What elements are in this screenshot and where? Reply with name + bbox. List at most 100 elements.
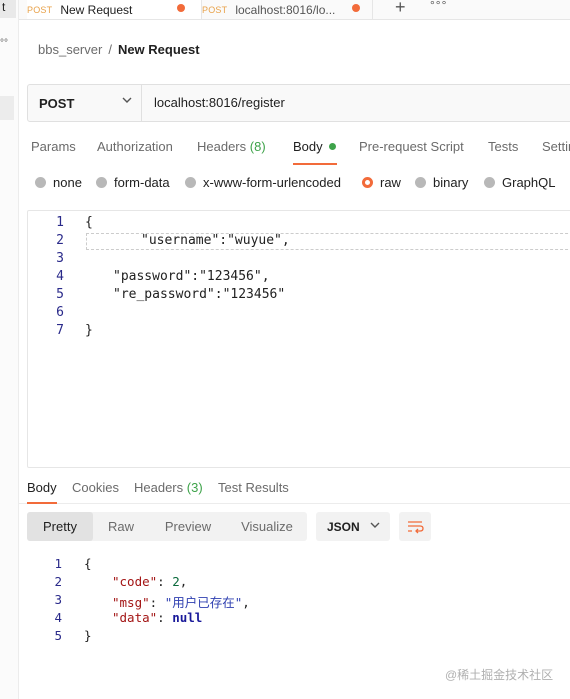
- radio-raw[interactable]: raw: [362, 175, 401, 190]
- line-number: 5: [56, 287, 64, 302]
- radio-binary[interactable]: binary: [415, 175, 468, 190]
- json-key: "data": [112, 610, 158, 625]
- radio-label: form-data: [114, 175, 170, 190]
- line-number: 1: [56, 215, 64, 230]
- radio-label: binary: [433, 175, 469, 190]
- json-line-data: "data": null: [112, 610, 203, 625]
- method-label: POST: [39, 95, 75, 111]
- url-input[interactable]: localhost:8016/register: [154, 85, 285, 121]
- view-raw[interactable]: Raw: [93, 512, 149, 541]
- request-tab-bar: POST New Request POST localhost:8016/lo.…: [19, 0, 570, 20]
- code-line: "password":"123456",: [113, 269, 270, 284]
- watermark: @稀土掘金技术社区: [445, 668, 554, 682]
- json-key: "msg": [112, 595, 150, 610]
- radio-label: none: [53, 175, 82, 190]
- line-number: 6: [56, 305, 64, 320]
- sidebar-selected-item[interactable]: [0, 96, 14, 120]
- response-tab-cookies[interactable]: Cookies: [72, 480, 119, 495]
- line-number: 4: [56, 269, 64, 284]
- view-preview[interactable]: Preview: [149, 512, 227, 541]
- view-visualize[interactable]: Visualize: [227, 512, 307, 541]
- line-number: 2: [54, 574, 62, 589]
- tab-title: New Request: [60, 2, 133, 17]
- format-dropdown[interactable]: JSON: [316, 512, 390, 541]
- response-divider: [19, 503, 570, 504]
- tab-params[interactable]: Params: [31, 139, 76, 154]
- line-number: 7: [56, 323, 64, 338]
- radio-label: GraphQL: [502, 175, 556, 190]
- radio-circle-icon: [415, 177, 426, 188]
- response-tab-body[interactable]: Body: [27, 480, 57, 495]
- line-number: 2: [56, 233, 64, 248]
- radio-form-data[interactable]: form-data: [96, 175, 170, 190]
- line-number: 5: [54, 628, 62, 643]
- tab-settings[interactable]: Settin: [542, 139, 570, 154]
- response-active-underline: [27, 502, 57, 504]
- code-line: }: [85, 323, 93, 338]
- radio-circle-icon: [96, 177, 107, 188]
- tab-method: POST: [202, 4, 228, 15]
- radio-checked-icon: [362, 177, 373, 188]
- response-tab-headers[interactable]: Headers (3): [134, 480, 203, 495]
- tab-headers-label: Headers: [197, 139, 247, 154]
- line-number: 3: [56, 251, 64, 266]
- tab-new-request[interactable]: POST New Request: [27, 0, 202, 19]
- json-close-brace: }: [84, 628, 92, 643]
- json-line-code: "code": 2,: [112, 574, 188, 589]
- radio-graphql[interactable]: GraphQL: [484, 175, 555, 190]
- chevron-down-icon: [122, 97, 132, 103]
- response-view-segments: Pretty Raw Preview Visualize: [27, 512, 307, 541]
- chevron-down-icon: [370, 522, 380, 528]
- tab-body[interactable]: Body: [293, 139, 336, 154]
- tab-authorization[interactable]: Authorization: [97, 139, 173, 154]
- wrap-lines-icon: [408, 521, 424, 534]
- radio-circle-icon: [35, 177, 46, 188]
- radio-x-www-form-urlencoded[interactable]: x-www-form-urlencoded: [185, 175, 341, 190]
- tab-localhost-request[interactable]: POST localhost:8016/lo...: [202, 0, 373, 19]
- tab-prerequest-script[interactable]: Pre-request Script: [359, 139, 464, 154]
- method-dropdown[interactable]: POST: [28, 85, 142, 121]
- json-value: 2: [172, 574, 180, 589]
- json-value: "用户已存在": [164, 595, 243, 610]
- sidebar-strip: t °°: [0, 0, 19, 699]
- unsaved-dot-icon: [177, 4, 185, 12]
- tab-headers[interactable]: Headers (8): [197, 139, 266, 154]
- unsaved-dot-icon: [352, 4, 360, 12]
- headers-count: (8): [249, 139, 266, 154]
- breadcrumb-request-name[interactable]: New Request: [118, 42, 200, 57]
- tab-body-label: Body: [293, 139, 323, 154]
- json-value: null: [172, 610, 203, 625]
- sidebar-cut-label: t: [0, 0, 16, 18]
- line-number: 1: [54, 556, 62, 571]
- more-tabs-icon[interactable]: °°°: [430, 0, 447, 12]
- line-number: 3: [54, 592, 62, 607]
- breadcrumb: bbs_server / New Request: [38, 42, 200, 57]
- tab-tests[interactable]: Tests: [488, 139, 518, 154]
- active-tab-underline: [293, 163, 337, 165]
- request-body-editor[interactable]: 1 2 3 4 5 6 7 { "username":"wuyue", "pas…: [27, 210, 570, 468]
- wrap-lines-button[interactable]: [399, 512, 431, 541]
- response-headers-count: (3): [186, 480, 203, 495]
- radio-label: raw: [380, 175, 401, 190]
- json-line-msg: "msg": "用户已存在",: [112, 595, 250, 610]
- json-open-brace: {: [84, 556, 92, 571]
- body-active-dot-icon: [328, 143, 336, 150]
- code-line: {: [85, 215, 93, 230]
- radio-label: x-www-form-urlencoded: [203, 175, 341, 190]
- line-number: 4: [54, 610, 62, 625]
- code-line: "re_password":"123456": [113, 287, 286, 302]
- format-label: JSON: [327, 520, 360, 534]
- response-tab-test-results[interactable]: Test Results: [218, 480, 289, 495]
- radio-circle-icon: [484, 177, 495, 188]
- url-bar: POST localhost:8016/register: [27, 84, 570, 122]
- view-pretty[interactable]: Pretty: [27, 512, 93, 541]
- radio-none[interactable]: none: [35, 175, 82, 190]
- json-key: "code": [112, 574, 158, 589]
- tab-method: POST: [27, 4, 53, 15]
- radio-circle-icon: [185, 177, 196, 188]
- sidebar-more-icon[interactable]: °°: [0, 38, 8, 49]
- tab-title: localhost:8016/lo...: [235, 2, 336, 17]
- new-tab-plus-icon[interactable]: +: [395, 0, 406, 18]
- response-headers-label: Headers: [134, 480, 184, 495]
- breadcrumb-collection[interactable]: bbs_server: [38, 42, 102, 57]
